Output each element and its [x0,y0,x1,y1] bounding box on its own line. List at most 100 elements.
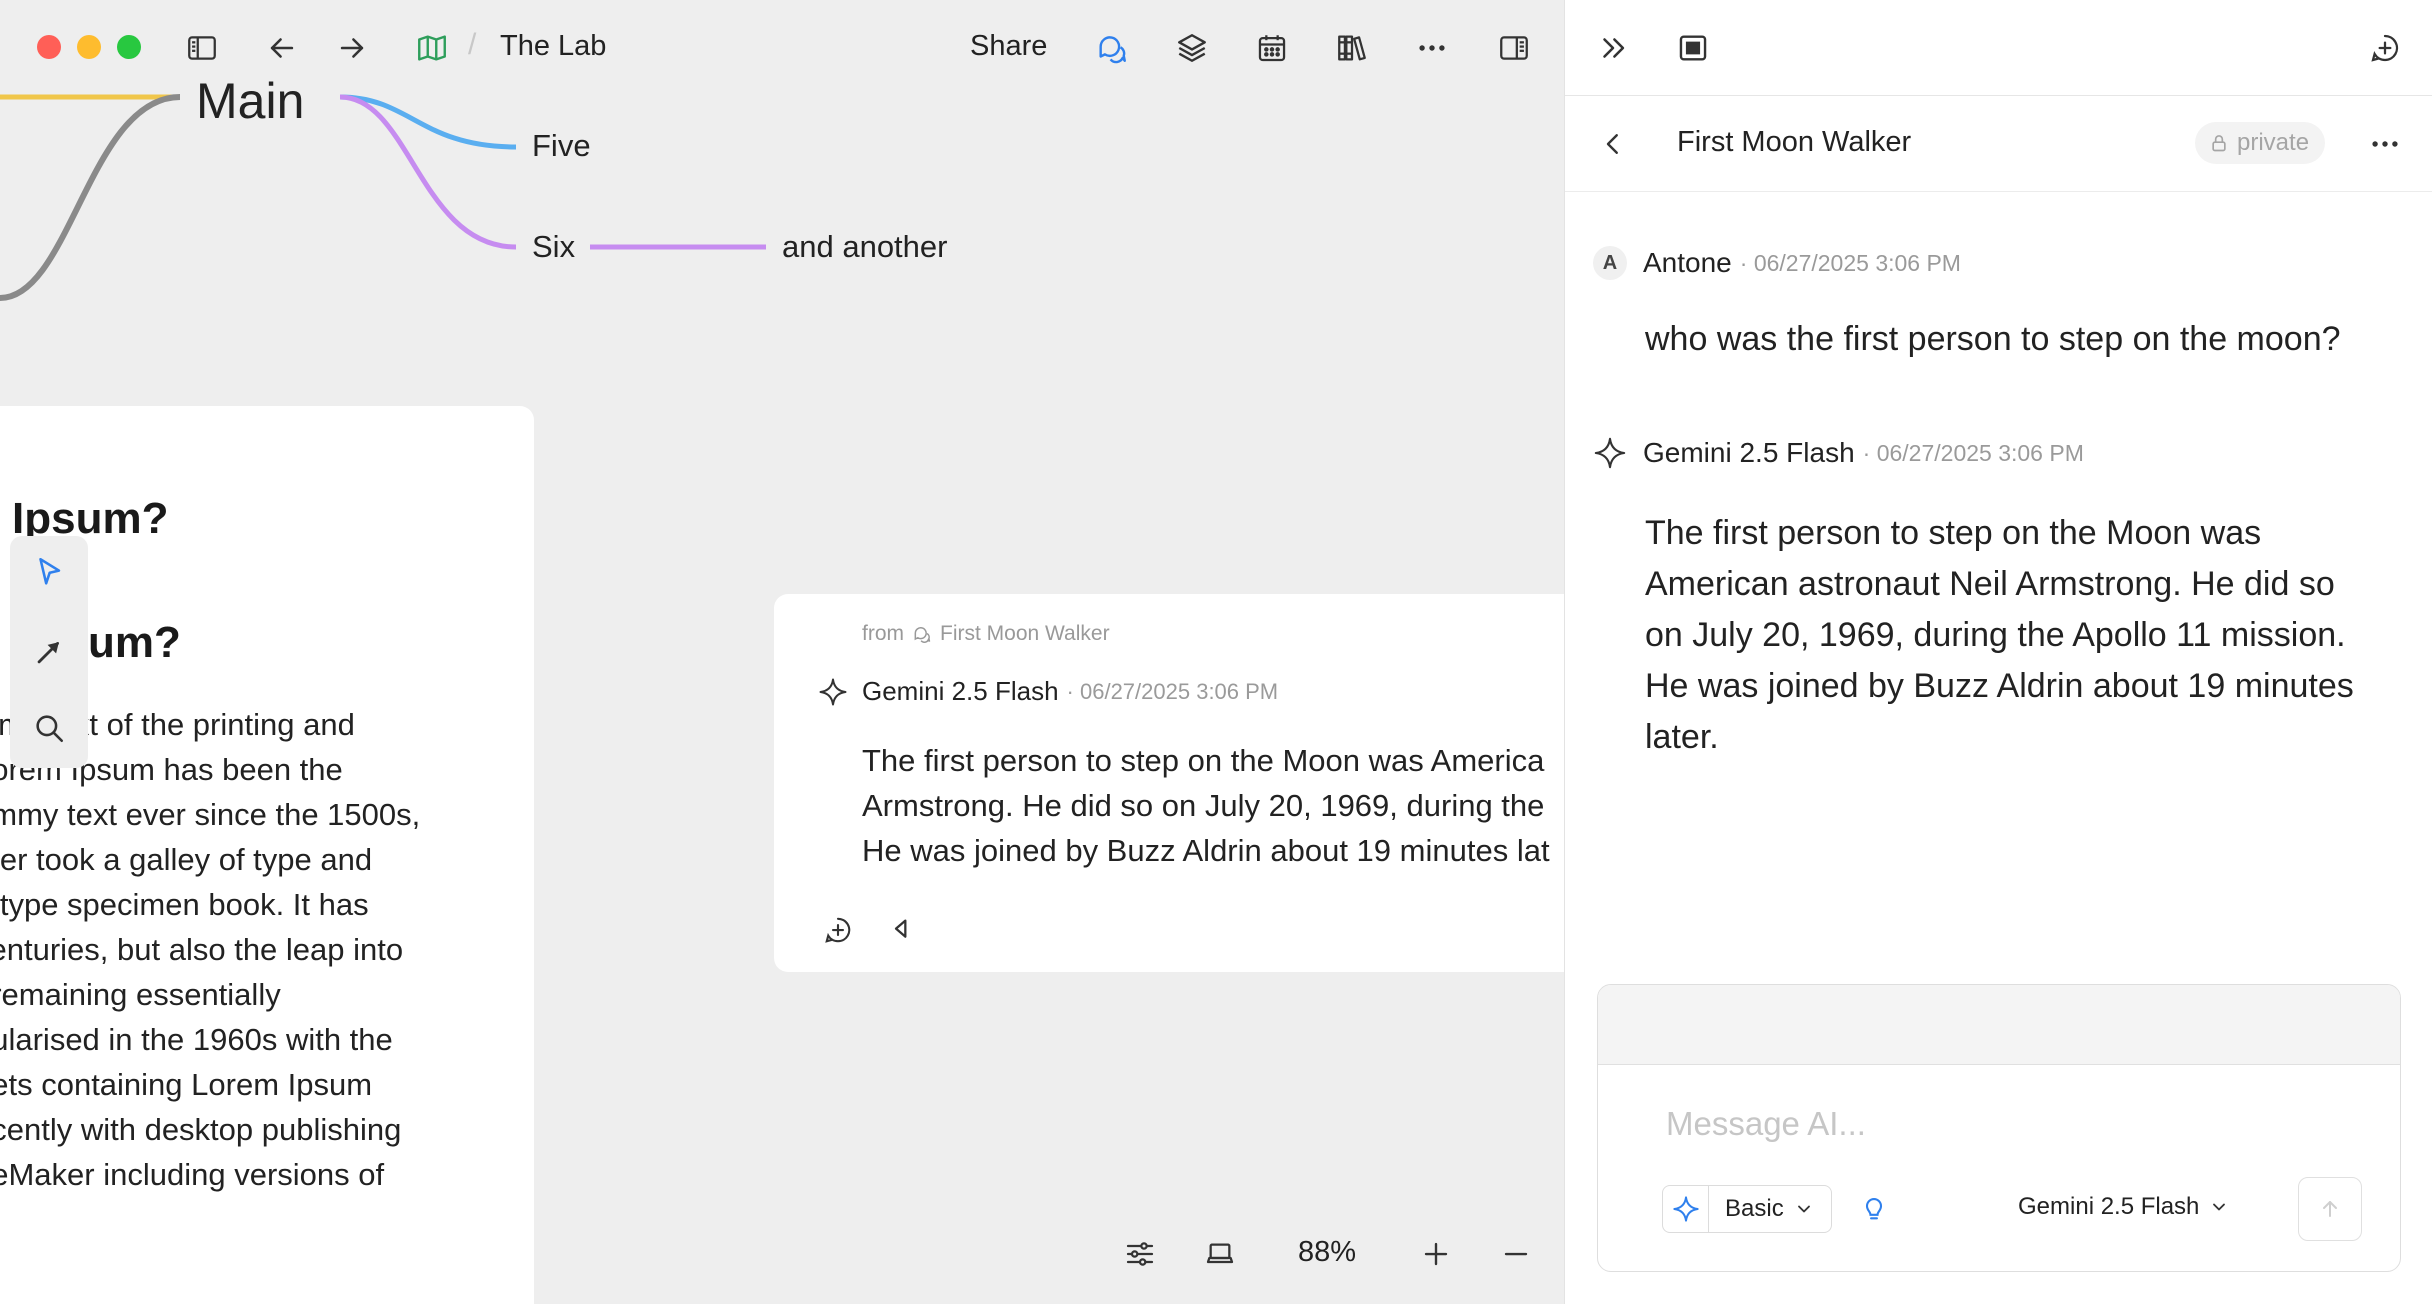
right-panel-icon [1500,36,1528,60]
zoom-in-button[interactable] [1416,1234,1456,1274]
user-message-header: A Antone · 06/27/2025 3:06 PM [1593,246,1961,280]
document-line: pularised in the 1960s with the [0,1022,393,1057]
search-icon [36,715,64,743]
chat-more-button[interactable] [2363,122,2407,166]
back-button[interactable] [262,28,302,68]
send-button[interactable] [2298,1177,2362,1241]
canvas-area[interactable]: Main Five Six and another / The Lab Shar… [0,0,1564,1304]
add-comment-button[interactable] [818,910,858,950]
library-button[interactable] [1332,28,1372,68]
arrow-tool-button[interactable] [27,630,71,674]
zoom-window-button[interactable] [117,35,141,59]
select-tool-button[interactable] [27,550,71,594]
collapse-panel-button[interactable] [1591,26,1635,70]
canvas-chat-card[interactable]: from First Moon Walker Gemini 2.5 Flash … [774,594,1564,972]
chat-toggle-button[interactable] [1092,28,1132,68]
page-title[interactable]: The Lab [500,30,606,63]
reply-icon [894,919,907,938]
chat-bubbles-icon [1099,36,1126,64]
library-icon [1338,35,1366,61]
more-icon [2372,141,2398,147]
zoom-out-button[interactable] [1496,1234,1536,1274]
cursor-icon [39,557,61,585]
forward-button[interactable] [332,28,372,68]
message-composer: Basic Gemini 2.5 Flash [1597,984,2401,1272]
document-line: eets containing Lorem Ipsum [0,1067,373,1102]
user-message-text: who was the first person to step on the … [1645,320,2341,358]
chat-card-timestamp: · 06/27/2025 3:06 PM [1066,678,1279,704]
share-button[interactable]: Share [970,30,1047,63]
ai-message-line: on July 20, 1969, during the Apollo 11 m… [1645,616,2346,654]
toggle-sidebar-button[interactable] [182,28,222,68]
message-input[interactable] [1666,1105,2266,1143]
ai-message-line: The first person to step on the Moon was [1645,514,2262,552]
mindmap-node-five[interactable]: Five [532,128,591,164]
chat-back-button[interactable] [1591,122,1635,166]
chat-card-line: The first person to step on the Moon was… [862,743,1545,778]
ai-message-line: later. [1645,718,1719,756]
plus-icon [1424,1242,1448,1266]
search-tool-button[interactable] [27,706,71,750]
chevron-left-icon [1606,134,1618,154]
mode-label: Basic [1725,1195,1784,1222]
chat-bubbles-icon [914,627,931,643]
chevrons-right-icon [1603,38,1625,58]
mindmap-node-and-another[interactable]: and another [782,229,947,265]
panel-toolbar [1565,0,2432,96]
avatar: A [1593,246,1627,280]
mode-dropdown[interactable]: Basic [1662,1185,1832,1233]
minimize-window-button[interactable] [77,35,101,59]
arrow-icon [37,642,59,664]
ai-message-line: American astronaut Neil Armstrong. He di… [1645,565,2335,603]
suggestions-button[interactable] [1856,1191,1892,1227]
chat-card-body: The first person to step on the Moon was… [862,738,1564,873]
ai-chat-panel: First Moon Walker private A Antone · 06/… [1564,0,2432,1304]
document-line: , remaining essentially [0,977,281,1012]
document-heading-2: um? [88,618,181,667]
message-timestamp: · 06/27/2025 3:06 PM [1862,439,2084,466]
lock-icon [2212,135,2226,152]
mm-edge-six [339,94,517,250]
reply-button[interactable] [888,910,928,950]
minus-icon [1504,1252,1528,1256]
document-line: ummy text ever since the 1500s, [0,797,421,832]
fit-to-screen-button[interactable] [1200,1234,1240,1274]
new-chat-button[interactable] [2363,26,2407,70]
more-options-button[interactable] [1412,28,1452,68]
model-dropdown[interactable]: Gemini 2.5 Flash [2018,1193,2229,1221]
close-window-button[interactable] [37,35,61,59]
chevron-down-icon [2213,1203,2226,1211]
chat-card-line: He was joined by Buzz Aldrin about 19 mi… [862,833,1550,868]
message-author: Gemini 2.5 Flash [1643,437,1855,468]
mode-icon-box [1663,1186,1709,1232]
calendar-button[interactable] [1252,28,1292,68]
back-arrow-icon [270,38,294,58]
panel-view-button[interactable] [1671,26,1715,70]
chat-card-line: Armstrong. He did so on July 20, 1969, d… [862,788,1545,823]
mindmap-node-six[interactable]: Six [532,229,575,265]
mm-edge-root-in-gray [0,94,181,301]
chat-title[interactable]: First Moon Walker [1677,126,1911,159]
map-button[interactable] [412,28,452,68]
ai-message-header: Gemini 2.5 Flash · 06/27/2025 3:06 PM [1593,436,2084,470]
layers-button[interactable] [1172,28,1212,68]
map-icon [418,35,446,61]
forward-arrow-icon [340,38,364,58]
chat-card-source-title: First Moon Walker [940,622,1110,645]
arrow-up-icon [2323,1201,2337,1217]
sidebar-icon [188,36,216,60]
document-line: ecently with desktop publishing [0,1112,402,1147]
ai-message-line: He was joined by Buzz Aldrin about 19 mi… [1645,667,2354,705]
chevron-down-icon [1797,1205,1810,1213]
chat-card-source[interactable]: from First Moon Walker [862,622,1110,646]
toggle-right-panel-button[interactable] [1494,28,1534,68]
privacy-badge[interactable]: private [2195,122,2326,164]
composer-attachments-area [1598,985,2400,1065]
message-timestamp: · 06/27/2025 3:06 PM [1739,249,1961,276]
breadcrumb-separator: / [468,28,477,61]
canvas-settings-button[interactable] [1120,1234,1160,1274]
more-icon [1419,45,1445,51]
zoom-level[interactable]: 88% [1298,1236,1356,1269]
chat-card-header: Gemini 2.5 Flash · 06/27/2025 3:06 PM [818,676,1278,707]
window-toolbar: / The Lab Share [0,0,1564,96]
